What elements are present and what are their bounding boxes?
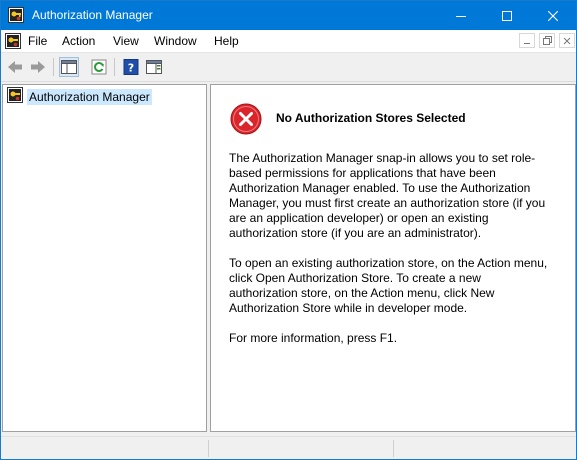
back-arrow-icon [8,61,22,73]
close-icon [548,10,558,21]
menu-window[interactable]: Window [154,34,197,48]
toolbar: ? [1,53,576,82]
refresh-icon [91,59,107,75]
toolbar-separator [53,58,54,76]
close-button[interactable] [530,1,576,30]
toolbar-separator [114,58,115,76]
console-document-icon[interactable] [5,33,21,49]
svg-text:?: ? [128,62,134,75]
error-icon [230,103,262,135]
help-button[interactable]: ? [121,57,141,77]
forward-arrow-icon [31,61,45,73]
instructions-paragraph: To open an existing authorization store,… [229,256,548,315]
menu-file[interactable]: File [28,34,47,48]
status-bar-divider [393,440,394,457]
minimize-icon [524,42,530,44]
restore-icon [542,36,552,45]
show-hide-console-tree-button[interactable] [59,57,79,77]
authorization-manager-node-icon [7,87,23,106]
show-hide-console-tree-icon [61,60,77,74]
result-pane: No Authorization Stores Selected The Aut… [210,84,576,432]
status-bar-divider [208,440,209,457]
forward-button[interactable] [28,57,48,77]
back-button[interactable] [5,57,25,77]
authorization-manager-app-icon[interactable] [8,7,24,23]
maximize-button[interactable] [484,1,530,30]
tree-node-label: Authorization Manager [27,88,152,105]
main-window: Authorization Manager File Action View W… [0,0,577,460]
status-bar [1,436,576,459]
close-icon [563,37,571,44]
menu-action[interactable]: Action [62,34,95,48]
console-tree[interactable]: Authorization Manager [2,84,207,432]
minimize-icon [456,15,466,17]
show-hide-action-pane-button[interactable] [144,57,164,77]
menu-view[interactable]: View [113,34,139,48]
show-hide-action-pane-icon [146,60,162,74]
minimize-button[interactable] [438,1,484,30]
menu-help[interactable]: Help [214,34,239,48]
maximize-icon [502,10,512,21]
child-restore-button[interactable] [539,33,555,48]
message-title: No Authorization Stores Selected [276,111,466,125]
intro-paragraph: The Authorization Manager snap-in allows… [229,151,546,240]
child-close-button[interactable] [559,33,575,48]
refresh-button[interactable] [89,57,109,77]
window-title: Authorization Manager [32,8,153,22]
help-icon: ? [123,59,139,75]
child-minimize-button[interactable] [519,33,535,48]
menu-bar: File Action View Window Help [1,30,576,53]
help-hint-paragraph: For more information, press F1. [229,331,398,345]
title-bar[interactable]: Authorization Manager [1,1,576,30]
tree-node-authorization-manager[interactable]: Authorization Manager [7,87,152,106]
